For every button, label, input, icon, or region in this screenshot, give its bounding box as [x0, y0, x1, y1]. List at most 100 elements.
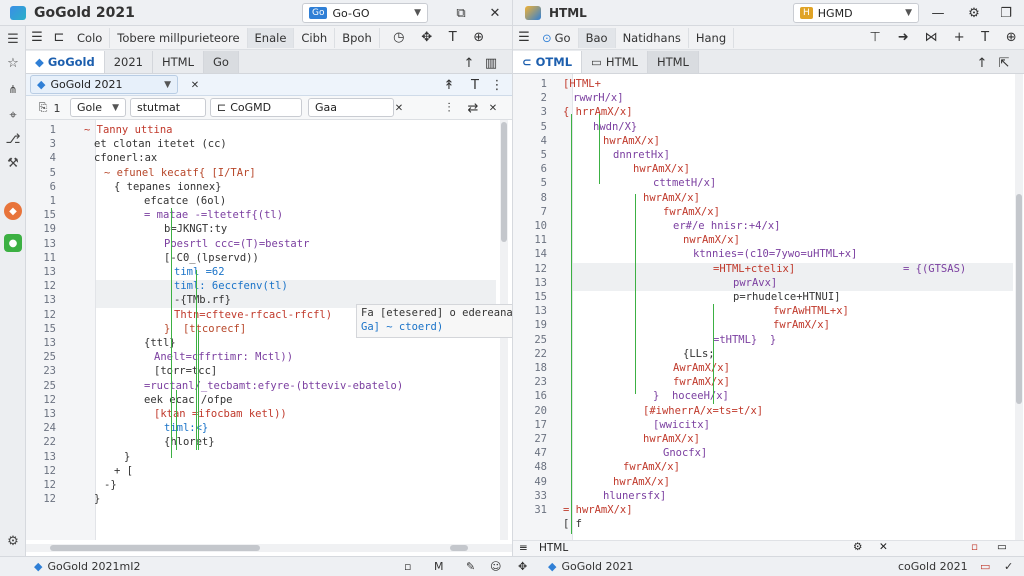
right-code-editor[interactable]: 1 2 3 5 4 5 6 5 8 7 10 11 14 12 13 15 13 19 25 22 18 23 16 20 17…: [513, 74, 1024, 540]
scrollbar-thumb[interactable]: [50, 545, 260, 551]
swap-icon[interactable]: ⇄: [464, 99, 482, 117]
tab-html[interactable]: ▭ HTML: [582, 51, 648, 73]
text-icon[interactable]: T: [466, 76, 484, 94]
stut-filter-select[interactable]: stutmat: [130, 98, 206, 117]
toolbar-button[interactable]: Tobere millpurieteore: [110, 27, 248, 48]
right-vertical-scrollbar[interactable]: [1015, 74, 1023, 544]
toolbar-button[interactable]: Natidhans: [616, 27, 689, 48]
tools-icon[interactable]: ⚒: [4, 154, 22, 172]
tab-gogold[interactable]: ◆ GoGold: [26, 51, 105, 73]
toolbar-button[interactable]: Hang: [689, 27, 735, 48]
tab-year[interactable]: 2021: [105, 51, 153, 73]
status-mode[interactable]: M: [434, 560, 444, 573]
line-number: 1: [49, 124, 56, 136]
code-line: er#/e hnisr:+4/x]: [673, 220, 781, 232]
pin-icon[interactable]: ✥: [518, 560, 527, 573]
gaa-filter-input[interactable]: Gaa: [308, 98, 394, 117]
close-icon[interactable]: ✕: [484, 99, 502, 117]
settings-icon[interactable]: ⚙: [853, 541, 862, 553]
structure-icon[interactable]: ⋔: [4, 80, 22, 98]
arrow-right-icon[interactable]: ➜: [892, 28, 914, 48]
open-external-icon[interactable]: ⇱: [993, 53, 1015, 73]
scrollbar-thumb[interactable]: [501, 122, 507, 242]
star-icon[interactable]: ☆: [4, 54, 22, 72]
right-config-select[interactable]: H HGMD ▼: [793, 3, 919, 23]
close-icon[interactable]: ✕: [879, 541, 888, 553]
layout-icon[interactable]: ▭: [997, 541, 1007, 553]
run-status-icon[interactable]: ●: [4, 234, 22, 252]
debug-icon[interactable]: ⋈: [920, 28, 942, 48]
up-arrow-icon[interactable]: ↑: [971, 53, 993, 73]
toolbar-button[interactable]: Bao: [578, 27, 616, 48]
add-icon[interactable]: ⊕: [468, 28, 490, 48]
go-filter-select[interactable]: Gole ▼: [70, 98, 126, 117]
indent-guide: [635, 194, 636, 394]
user-icon[interactable]: ☺: [490, 560, 501, 573]
toolbar-button[interactable]: Colo: [70, 27, 111, 48]
split-icon[interactable]: ▥: [480, 53, 502, 73]
run-config-select[interactable]: Go Go-GO ▼: [302, 3, 428, 23]
more-icon[interactable]: ⋮: [488, 76, 506, 94]
stop-icon[interactable]: ▫: [404, 560, 411, 573]
line-number: 13: [43, 408, 56, 420]
code-line: hwrAmX/x]: [613, 475, 670, 488]
tab-html[interactable]: HTML: [153, 51, 205, 73]
scrollbar-thumb[interactable]: [450, 545, 468, 551]
notification-icon[interactable]: ▭: [980, 560, 990, 573]
code-line: dnnretHx]: [613, 149, 670, 161]
add-icon[interactable]: +: [948, 28, 970, 48]
status-bar: ◆ GoGold 2021mI2 ▫ M ✎ ☺ ✥ ◆ GoGold 2021…: [0, 556, 1024, 576]
settings-icon[interactable]: ⚙: [4, 532, 22, 550]
left-horizontal-scrollbar[interactable]: [26, 544, 512, 552]
bookmark-icon[interactable]: ⌖: [4, 106, 22, 124]
toolbar-button[interactable]: ⊙ Go: [535, 27, 579, 48]
add-circle-icon[interactable]: ⊕: [1000, 28, 1022, 48]
code-line: AwrAmX/x]: [673, 362, 730, 374]
menu-icon[interactable]: ☰: [26, 28, 48, 48]
tab-otml[interactable]: ⊂ OTML: [513, 51, 583, 73]
menu-icon[interactable]: ☰: [4, 30, 22, 48]
code-line: pwrAvx]: [733, 276, 778, 289]
code-line: hlunersfx]: [603, 489, 667, 502]
left-editor-pane: ☰ ⊏ Colo Tobere millpurieteore Enale Cib…: [26, 26, 526, 556]
restore-icon[interactable]: ❐: [997, 4, 1015, 22]
close-icon[interactable]: ✕: [486, 4, 504, 22]
pointer-icon[interactable]: ⊤: [864, 28, 886, 48]
line-number: 11: [43, 251, 56, 264]
collapse-icon[interactable]: ⊏: [48, 28, 70, 48]
toolbar-button[interactable]: Cibh: [294, 27, 336, 48]
close-icon[interactable]: ✕: [186, 76, 204, 94]
status-project[interactable]: ◆ GoGold 2021mI2: [34, 560, 140, 573]
move-icon[interactable]: ✥: [416, 28, 438, 48]
line-number: 4: [49, 152, 56, 165]
notification-icon[interactable]: ◆: [4, 202, 22, 220]
text-icon[interactable]: T: [974, 28, 996, 48]
toolbar-button[interactable]: Enale: [247, 27, 295, 48]
toolbar-label: Go: [554, 30, 571, 45]
cogmd-label: CoGMD: [230, 101, 272, 114]
scrollbar-thumb[interactable]: [1016, 194, 1022, 404]
stop-icon[interactable]: ▫: [971, 541, 978, 553]
text-icon[interactable]: T: [442, 28, 464, 48]
project-select[interactable]: ◆ GoGold 2021 ▼: [30, 75, 178, 94]
up-arrow-icon[interactable]: ↑: [458, 53, 480, 73]
tab-go[interactable]: Go: [204, 51, 239, 73]
minimize-icon[interactable]: —: [929, 4, 947, 22]
tab-html-2[interactable]: HTML: [647, 51, 699, 73]
line-number: 33: [534, 489, 547, 502]
status-right-project[interactable]: ◆ GoGold 2021: [548, 560, 634, 573]
line-number: 6: [540, 163, 547, 176]
edit-icon[interactable]: ✎: [466, 560, 475, 573]
toolbar-button[interactable]: Bpoh: [335, 27, 380, 48]
close-icon[interactable]: ✕: [390, 99, 408, 117]
window-layout-icon[interactable]: ⧉: [452, 4, 470, 22]
line-number: 3: [49, 138, 56, 151]
align-icon[interactable]: ⫶: [440, 99, 458, 117]
settings-icon[interactable]: ⚙: [965, 4, 983, 22]
up-arrow-icon[interactable]: ↟: [440, 76, 458, 94]
menu-icon[interactable]: ☰: [513, 28, 535, 48]
clock-icon[interactable]: ◷: [388, 28, 410, 48]
git-icon[interactable]: ⎇: [4, 130, 22, 148]
checkmark-icon[interactable]: ✓: [1004, 560, 1013, 573]
cogmd-filter-select[interactable]: ⊏ CoGMD: [210, 98, 302, 117]
